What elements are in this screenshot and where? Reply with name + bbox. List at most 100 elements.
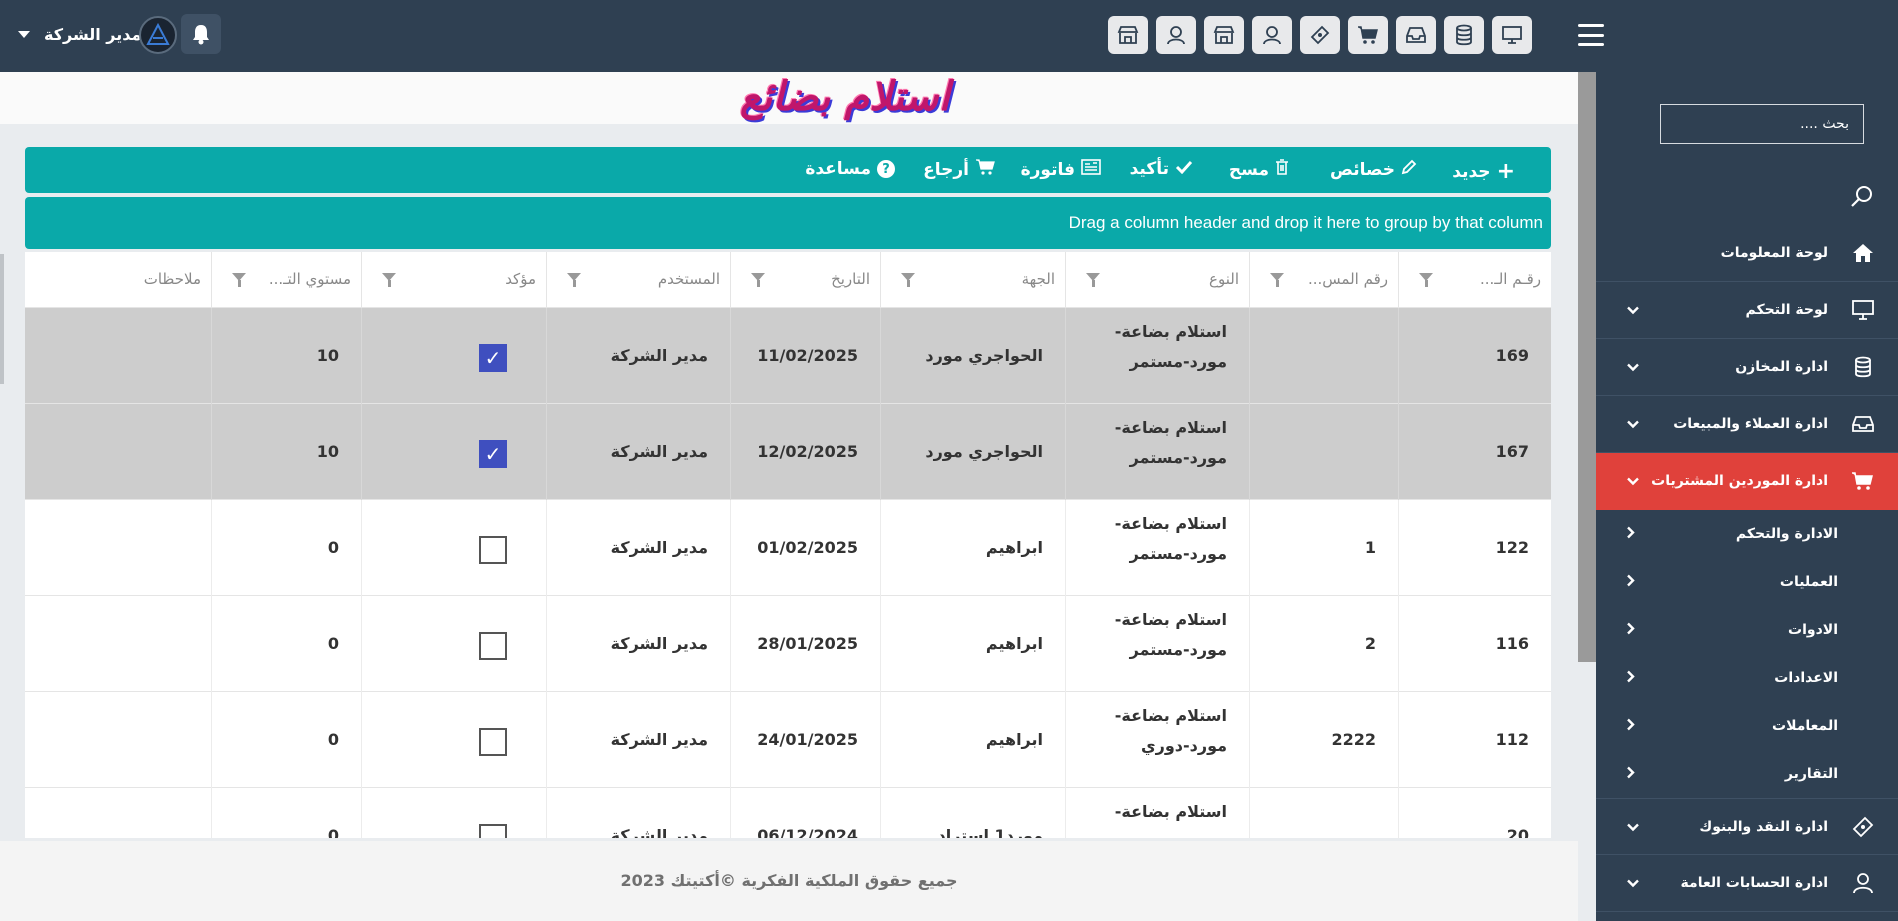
confirm-button[interactable]: تأكيد: [1130, 159, 1193, 179]
invoice-button[interactable]: فاتورة: [1021, 159, 1101, 180]
date-text: 24/01/2025: [757, 730, 858, 749]
confirmed-checkbox[interactable]: ✓: [479, 344, 507, 372]
filter-icon[interactable]: [901, 273, 915, 287]
sidebar-subitem-reports[interactable]: التقارير: [1596, 750, 1898, 798]
chevron-right-icon: [1626, 525, 1636, 544]
filter-icon[interactable]: [382, 273, 396, 287]
cell-no: 169: [1398, 308, 1551, 404]
group-by-panel[interactable]: Drag a column header and drop it here to…: [25, 197, 1551, 249]
sidebar-item-suppliers-purchases[interactable]: ادارة الموردين المشتريات: [1596, 453, 1898, 510]
sidebar-subitem-label: العمليات: [1779, 574, 1838, 590]
confirmed-checkbox[interactable]: [479, 824, 507, 838]
properties-button-label: خصائص: [1330, 159, 1395, 180]
sidebar-subitem-management[interactable]: الادارة والتحكم: [1596, 510, 1898, 558]
returns-button[interactable]: أرجاع: [923, 159, 995, 180]
column-header-number[interactable]: رقـم الـ...: [1398, 252, 1551, 308]
cell-no: 116: [1398, 596, 1551, 692]
filter-icon[interactable]: [232, 273, 246, 287]
column-header-user[interactable]: المستخدم: [546, 252, 730, 308]
column-header-notes[interactable]: ملاحظات: [25, 252, 211, 308]
sidebar-subitem-operations[interactable]: العمليات: [1596, 558, 1898, 606]
chevron-right-icon: [1626, 669, 1636, 688]
scrollbar-thumb[interactable]: [1578, 72, 1596, 662]
column-header-level[interactable]: مستوي التـ...: [211, 252, 361, 308]
user-menu[interactable]: مدير الشركة: [18, 17, 141, 51]
help-button[interactable]: ? مساعدة: [805, 159, 895, 179]
user-text: مدير الشركة: [610, 538, 708, 557]
sidebar-subitem-settings[interactable]: الاعدادات: [1596, 654, 1898, 702]
sidebar-subitem-label: الادارة والتحكم: [1735, 526, 1838, 542]
store-icon[interactable]: [1108, 16, 1148, 54]
search-icon[interactable]: [1850, 184, 1874, 212]
type-text: استلام بضاعة- مورد-مستمر: [1107, 317, 1227, 377]
sidebar-subitem-tools[interactable]: الادوات: [1596, 606, 1898, 654]
filter-icon[interactable]: [1086, 273, 1100, 287]
cell-confirmed: [361, 500, 546, 596]
level-text: 0: [327, 826, 339, 838]
cell-notes: [25, 692, 211, 788]
main-content: استلام بضائع + جديد خصائص مسح تأكيد فاتو…: [0, 72, 1578, 921]
new-button[interactable]: + جديد: [1452, 159, 1515, 184]
inbox-icon: [1850, 412, 1876, 436]
column-header-label: مستوي التـ...: [268, 270, 351, 288]
confirmed-checkbox[interactable]: ✓: [479, 440, 507, 468]
invoice-icon: [1081, 159, 1101, 180]
column-header-type[interactable]: النوع: [1065, 252, 1249, 308]
type-line: استلام بضاعة-: [1114, 418, 1227, 437]
sidebar-item-warehouses[interactable]: ادارة المخازن: [1596, 339, 1898, 396]
avatar[interactable]: [139, 16, 177, 54]
bell-icon: [193, 25, 209, 45]
database-icon[interactable]: [1444, 16, 1484, 54]
filter-icon[interactable]: [1270, 273, 1284, 287]
delete-button[interactable]: مسح: [1229, 159, 1289, 180]
sidebar-item-cash-banks[interactable]: ادارة النقد والبنوك: [1596, 798, 1898, 855]
chevron-down-icon: [1626, 415, 1640, 434]
column-header-party[interactable]: الجهة: [880, 252, 1065, 308]
user-icon[interactable]: [1252, 16, 1292, 54]
party-text: ابراهيم: [985, 634, 1043, 653]
table-row[interactable]: 169 استلام بضاعة- مورد-مستمر الحواجري مورد 1…: [25, 308, 1551, 404]
table-row[interactable]: 112 2222 استلام بضاعة- مورد-دوري ابراهيم 24/0…: [25, 692, 1551, 788]
cart-icon[interactable]: [1348, 16, 1388, 54]
scrollbar[interactable]: [1578, 72, 1596, 921]
sidebar-subitem-label: المعاملات: [1772, 718, 1838, 734]
chevron-down-icon: [1626, 874, 1640, 893]
user-text: مدير الشركة: [610, 442, 708, 461]
money-icon[interactable]: [1300, 16, 1340, 54]
sidebar-item-dashboard[interactable]: لوحة المعلومات: [1596, 225, 1898, 282]
store-icon[interactable]: [1204, 16, 1244, 54]
cell-level: 0: [211, 596, 361, 692]
column-header-confirmed[interactable]: مؤكد: [361, 252, 546, 308]
sidebar-subitem-transactions[interactable]: المعاملات: [1596, 702, 1898, 750]
confirmed-checkbox[interactable]: [479, 728, 507, 756]
menu-toggle-icon[interactable]: [1578, 24, 1604, 46]
inbox-icon[interactable]: [1396, 16, 1436, 54]
table-row[interactable]: 20 استلام بضاعة- مورد-مستمر مورد1 استراد 06/…: [25, 788, 1551, 838]
page-title: استلام بضائع: [740, 74, 950, 120]
confirmed-checkbox[interactable]: [479, 536, 507, 564]
table-row[interactable]: 122 1 استلام بضاعة- مورد-مستمر ابراهيم 01/02/…: [25, 500, 1551, 596]
sidebar-search-input[interactable]: [1660, 104, 1864, 144]
table-row[interactable]: 116 2 استلام بضاعة- مورد-مستمر ابراهيم 28/01/…: [25, 596, 1551, 692]
monitor-icon[interactable]: [1492, 16, 1532, 54]
check-icon: [1175, 159, 1193, 179]
type-text: استلام بضاعة- مورد-مستمر: [1107, 413, 1227, 473]
sidebar-item-general-accounts[interactable]: ادارة الحسابات العامة: [1596, 855, 1898, 912]
sidebar-item-control-panel[interactable]: لوحة التحكم: [1596, 282, 1898, 339]
chevron-right-icon: [1626, 573, 1636, 592]
properties-button[interactable]: خصائص: [1330, 159, 1417, 180]
sidebar-item-customers-sales[interactable]: ادارة العملاء والمبيعات: [1596, 396, 1898, 453]
cell-type: استلام بضاعة- مورد-مستمر: [1065, 404, 1249, 500]
table-row[interactable]: 167 استلام بضاعة- مورد-مستمر الحواجري مورد 1…: [25, 404, 1551, 500]
returns-button-label: أرجاع: [923, 159, 969, 180]
cell-ref: [1249, 404, 1398, 500]
confirmed-checkbox[interactable]: [479, 632, 507, 660]
filter-icon[interactable]: [1419, 273, 1433, 287]
filter-icon[interactable]: [751, 273, 765, 287]
column-header-date[interactable]: التاريخ: [730, 252, 880, 308]
filter-icon[interactable]: [567, 273, 581, 287]
cell-date: 24/01/2025: [730, 692, 880, 788]
notifications-button[interactable]: [181, 14, 221, 54]
column-header-ref[interactable]: رقم المس...: [1249, 252, 1398, 308]
user-icon[interactable]: [1156, 16, 1196, 54]
